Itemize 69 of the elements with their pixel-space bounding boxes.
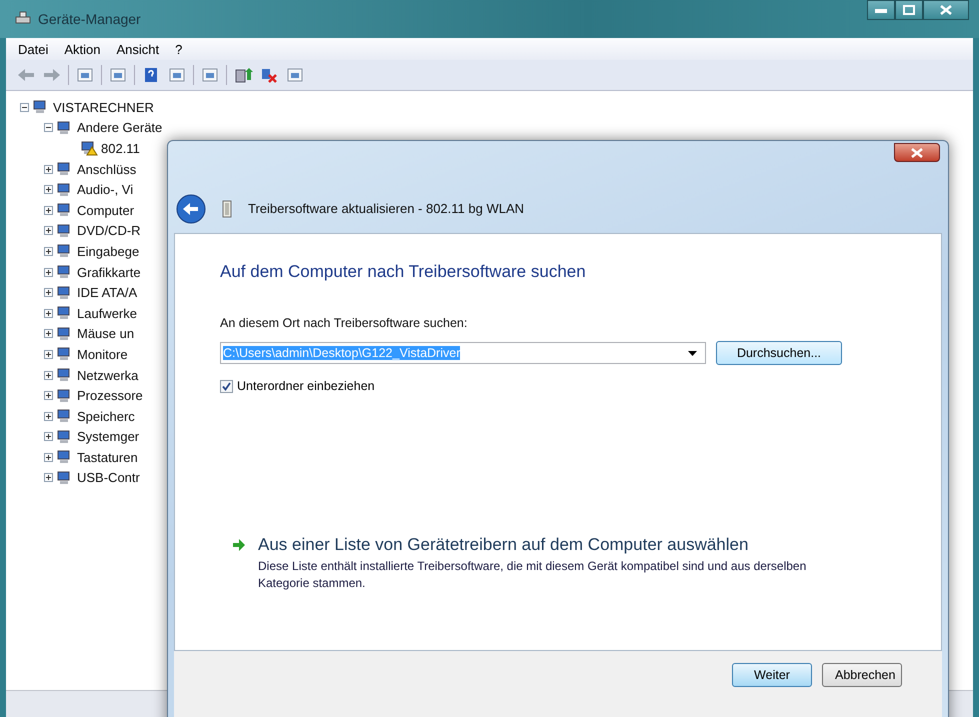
tree-item[interactable]: Andere Geräte <box>77 120 162 136</box>
menu-item[interactable]: Aktion <box>64 42 100 56</box>
tree-item[interactable]: Eingabege <box>77 244 140 259</box>
field-label: An diesem Ort nach Treibersoftware suchen: <box>220 316 468 330</box>
panel-icon[interactable] <box>75 66 95 84</box>
panel-icon[interactable] <box>167 66 187 84</box>
browse-button[interactable]: Durchsuchen... <box>716 341 842 365</box>
minimize-icon <box>875 7 887 13</box>
back-button[interactable] <box>176 194 206 224</box>
option-link[interactable]: Aus einer Liste von Gerätetreibern auf dem Computer auswählen <box>258 535 828 555</box>
checkbox[interactable] <box>220 380 233 392</box>
expand-toggle[interactable] <box>44 329 53 338</box>
tree-item[interactable]: USB-Contr <box>77 470 140 486</box>
expand-toggle[interactable] <box>44 206 53 215</box>
minimize-button[interactable] <box>867 0 895 20</box>
collapse-toggle[interactable] <box>20 102 29 112</box>
maximize-icon <box>903 5 915 15</box>
close-button[interactable] <box>894 143 940 162</box>
checkbox-label: Unterordner einbeziehen <box>237 379 375 393</box>
expand-toggle[interactable] <box>44 350 53 359</box>
expand-toggle[interactable] <box>44 185 53 194</box>
tree-item[interactable]: 802.11 <box>101 140 140 156</box>
next-button[interactable]: Weiter <box>732 663 812 687</box>
expand-toggle[interactable] <box>44 412 53 421</box>
expand-toggle[interactable] <box>44 288 53 298</box>
tree-item[interactable]: Mäuse un <box>77 326 134 342</box>
expand-toggle[interactable] <box>44 226 53 236</box>
tree-item[interactable]: Grafikkarte <box>77 264 141 280</box>
cancel-button[interactable]: Abbrechen <box>822 663 902 687</box>
expand-toggle[interactable] <box>44 164 53 174</box>
expand-toggle[interactable] <box>44 268 53 277</box>
uninstall-icon[interactable] <box>259 66 279 84</box>
tree-item[interactable]: Audio-, Vi <box>77 182 134 198</box>
expand-toggle[interactable] <box>44 473 53 482</box>
close-button[interactable] <box>923 0 969 20</box>
dialog-title: Treibersoftware aktualisieren - 802.11 bg WLAN <box>248 201 524 216</box>
update-driver-icon[interactable] <box>233 66 253 84</box>
expand-toggle[interactable] <box>44 432 53 442</box>
option-description: Diese Liste enthält installierte Treibersoftware, die mit diesem Gerät kompatibel sind und aus derselben Kategorie stammen. <box>258 558 808 592</box>
tree-item[interactable]: IDE ATA/A <box>77 285 138 300</box>
tree-item[interactable]: Tastaturen <box>77 450 138 465</box>
expand-toggle[interactable] <box>44 391 53 400</box>
path-value: C:\Users\admin\Desktop\G122_VistaDriver <box>223 346 460 360</box>
menu-item[interactable]: Ansicht <box>116 42 160 56</box>
expand-toggle[interactable] <box>44 452 53 462</box>
tree-item[interactable]: Netzwerka <box>77 368 138 383</box>
close-icon <box>940 5 952 15</box>
dropdown-arrow-icon[interactable] <box>688 350 697 356</box>
tree-item[interactable]: Speicherc <box>77 408 135 424</box>
tree-item[interactable]: DVD/CD-R <box>77 223 141 238</box>
tree-item[interactable]: Prozessore <box>77 388 143 404</box>
window-title: Geräte-Manager <box>38 11 141 27</box>
close-icon <box>911 148 923 158</box>
collapse-toggle[interactable] <box>44 123 53 132</box>
tree-item[interactable]: Anschlüss <box>77 162 136 177</box>
maximize-button[interactable] <box>895 0 923 20</box>
expand-toggle[interactable] <box>44 308 53 318</box>
network-adapter-icon <box>222 200 232 218</box>
tree-item[interactable]: Computer <box>77 202 134 218</box>
arrow-icon <box>232 538 246 552</box>
expand-toggle[interactable] <box>44 246 53 256</box>
tree-item[interactable]: Laufwerke <box>77 306 137 321</box>
tree-item[interactable]: Systemger <box>77 429 140 444</box>
page-heading: Auf dem Computer nach Treibersoftware suchen <box>220 262 587 282</box>
menu-item[interactable]: Datei <box>18 42 48 56</box>
expand-toggle[interactable] <box>44 370 53 380</box>
menu-item[interactable]: ? <box>175 42 182 56</box>
tree-item[interactable]: Monitore <box>77 346 128 362</box>
tree-item[interactable]: VISTARECHNER <box>53 100 154 115</box>
